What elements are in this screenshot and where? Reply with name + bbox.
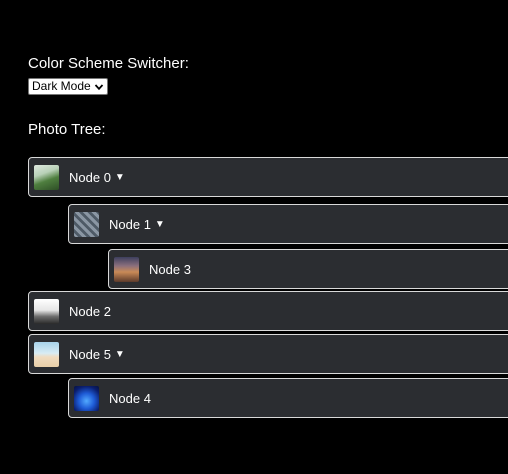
- tree-node-label: Node 0: [69, 169, 111, 185]
- tree-node-label: Node 3: [149, 261, 191, 277]
- tree-node-5[interactable]: Node 5 ▼: [28, 334, 508, 374]
- photo-thumbnail: [34, 341, 59, 367]
- tree-node-label: Node 4: [109, 390, 151, 406]
- expand-caret-icon[interactable]: ▼: [115, 349, 125, 360]
- color-scheme-selected-value: Dark Mode: [32, 79, 91, 93]
- photo-thumbnail: [34, 298, 59, 324]
- color-scheme-label: Color Scheme Switcher:: [28, 55, 189, 72]
- tree-node-3[interactable]: Node 3: [108, 249, 508, 289]
- tree-node-1[interactable]: Node 1 ▼: [68, 204, 508, 244]
- photo-thumbnail: [74, 211, 99, 237]
- expand-caret-icon[interactable]: ▼: [155, 219, 165, 230]
- color-scheme-select[interactable]: Dark Mode: [28, 78, 108, 95]
- tree-node-label: Node 1: [109, 216, 151, 232]
- photo-thumbnail: [74, 385, 99, 411]
- tree-node-2[interactable]: Node 2: [28, 291, 508, 331]
- expand-caret-icon[interactable]: ▼: [115, 172, 125, 183]
- tree-node-label: Node 5: [69, 346, 111, 362]
- photo-thumbnail: [34, 164, 59, 190]
- photo-tree-label: Photo Tree:: [28, 121, 106, 138]
- chevron-down-icon: [94, 83, 103, 90]
- tree-node-4[interactable]: Node 4: [68, 378, 508, 418]
- photo-thumbnail: [114, 256, 139, 282]
- tree-node-label: Node 2: [69, 303, 111, 319]
- tree-node-0[interactable]: Node 0 ▼: [28, 157, 508, 197]
